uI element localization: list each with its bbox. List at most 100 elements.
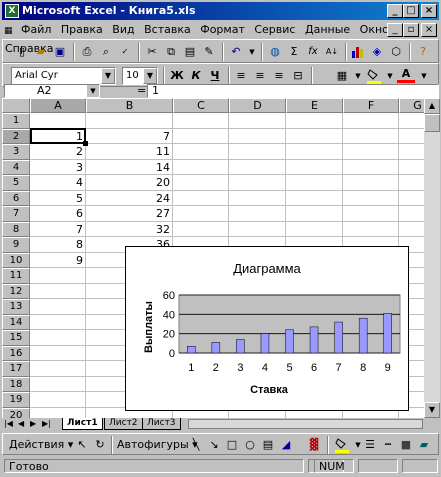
copy-icon[interactable]: ⧉: [162, 43, 180, 61]
autoshapes-menu[interactable]: Автофигуры ▾: [117, 437, 198, 453]
maximize-button[interactable]: □: [403, 4, 419, 18]
scroll-up-icon[interactable]: ▲: [424, 98, 440, 114]
size-select[interactable]: 10 ▼: [122, 67, 158, 85]
font-color-icon[interactable]: A: [397, 67, 415, 83]
row-header[interactable]: 18: [2, 376, 30, 392]
dash-style-icon[interactable]: ┅: [379, 436, 397, 454]
cell-a3[interactable]: 2: [30, 144, 86, 159]
row-header[interactable]: 2: [2, 128, 30, 144]
cell-b4[interactable]: 14: [86, 160, 173, 175]
chevron-down-icon[interactable]: ▼: [87, 85, 99, 97]
chevron-down-icon[interactable]: ▼: [143, 68, 157, 84]
align-left-icon[interactable]: ≡: [232, 67, 250, 85]
align-center-icon[interactable]: ≡: [251, 67, 269, 85]
row-header[interactable]: 4: [2, 159, 30, 175]
cell-a7[interactable]: 6: [30, 206, 86, 221]
row-header[interactable]: 17: [2, 361, 30, 377]
free-rotate-icon[interactable]: ↻: [91, 436, 109, 454]
row-header[interactable]: 19: [2, 392, 30, 408]
cell-a5[interactable]: 4: [30, 175, 86, 190]
row-header[interactable]: 13: [2, 299, 30, 315]
tab-sheet1[interactable]: Лист1: [62, 418, 103, 430]
scroll-down-icon[interactable]: ▼: [424, 402, 440, 418]
map-icon[interactable]: ◈: [368, 43, 386, 61]
line-style-icon[interactable]: ☰: [361, 436, 379, 454]
row-header[interactable]: 7: [2, 206, 30, 222]
wordart-icon[interactable]: ◢: [277, 436, 295, 454]
first-sheet-icon[interactable]: |◀: [4, 418, 13, 429]
tab-sheet2[interactable]: Лист2: [104, 418, 143, 430]
shadow-icon[interactable]: ■: [397, 436, 415, 454]
print-preview-icon[interactable]: ⌕: [97, 43, 115, 61]
save-icon[interactable]: ▣: [51, 43, 69, 61]
row-header[interactable]: 12: [2, 283, 30, 299]
clipart-icon[interactable]: ▓: [305, 436, 323, 454]
row-header[interactable]: 20: [2, 407, 30, 418]
row-header[interactable]: 6: [2, 190, 30, 206]
row-header[interactable]: 15: [2, 330, 30, 346]
italic-button[interactable]: К: [187, 67, 205, 85]
actions-menu[interactable]: Действия ▾: [9, 437, 73, 453]
cell-a9[interactable]: 8: [30, 237, 86, 252]
column-header[interactable]: B: [86, 98, 173, 113]
close-button[interactable]: ×: [421, 4, 437, 18]
bold-button[interactable]: Ж: [168, 67, 186, 85]
text-box-icon[interactable]: ▤: [259, 436, 277, 454]
doc-icon[interactable]: ▦: [2, 22, 15, 40]
cell-a4[interactable]: 3: [30, 160, 86, 175]
cell-b1[interactable]: [86, 113, 173, 128]
scroll-thumb[interactable]: [424, 114, 440, 132]
prev-sheet-icon[interactable]: ◀: [18, 418, 24, 429]
undo-dropdown-icon[interactable]: ▼: [243, 43, 261, 61]
new-icon[interactable]: ▯: [13, 43, 31, 61]
line-icon[interactable]: ╲: [187, 436, 205, 454]
tab-sheet3[interactable]: Лист3: [142, 418, 181, 430]
minimize-button[interactable]: _: [387, 4, 403, 18]
column-header[interactable]: C: [173, 98, 229, 113]
font-color-dropdown-icon[interactable]: ▼: [415, 67, 433, 85]
row-header[interactable]: 5: [2, 175, 30, 191]
cell-a1[interactable]: [30, 113, 86, 128]
cell-b3[interactable]: 11: [86, 144, 173, 159]
function-icon[interactable]: fx: [304, 43, 322, 61]
oval-icon[interactable]: ○: [241, 436, 259, 454]
office-assistant-icon[interactable]: ?: [414, 43, 432, 61]
column-header[interactable]: D: [229, 98, 286, 113]
column-header[interactable]: E: [286, 98, 343, 113]
open-icon[interactable]: ▰: [32, 43, 50, 61]
cell-b8[interactable]: 32: [86, 222, 173, 237]
cell-a10[interactable]: 9: [30, 253, 86, 268]
cell-b5[interactable]: 20: [86, 175, 173, 190]
chevron-down-icon[interactable]: ▼: [101, 68, 115, 84]
align-right-icon[interactable]: ≡: [270, 67, 288, 85]
autosum-icon[interactable]: Σ: [285, 43, 303, 61]
row-header[interactable]: 16: [2, 345, 30, 361]
cell-b2[interactable]: 7: [86, 129, 173, 144]
vertical-scrollbar[interactable]: ▲ ▼: [424, 98, 440, 418]
paste-icon[interactable]: ▤: [181, 43, 199, 61]
underline-button[interactable]: Ч: [206, 67, 224, 85]
formula-input[interactable]: 1: [147, 84, 439, 98]
row-header[interactable]: 8: [2, 221, 30, 237]
equals-button[interactable]: =: [137, 84, 146, 97]
arrow-icon[interactable]: ↘: [205, 436, 223, 454]
cell-a8[interactable]: 7: [30, 222, 86, 237]
rectangle-icon[interactable]: □: [223, 436, 241, 454]
row-header[interactable]: 10: [2, 252, 30, 268]
format-painter-icon[interactable]: ✎: [200, 43, 218, 61]
chart-wizard-icon[interactable]: [349, 43, 367, 61]
print-icon[interactable]: ⎙: [78, 43, 96, 61]
menu-insert[interactable]: Вставка: [141, 21, 194, 39]
3d-icon[interactable]: ▰: [415, 436, 433, 454]
name-box[interactable]: A2 ▼: [4, 84, 100, 98]
doc-close-button[interactable]: ×: [421, 23, 437, 37]
cell-a6[interactable]: 5: [30, 191, 86, 206]
font-select[interactable]: Arial Cyr ▼: [11, 67, 116, 85]
cell-b7[interactable]: 27: [86, 206, 173, 221]
sort-ascending-icon[interactable]: А↓: [323, 43, 341, 61]
column-header[interactable]: A: [30, 98, 86, 113]
menu-edit[interactable]: Правка: [58, 21, 106, 39]
drawing-icon[interactable]: ⬡: [387, 43, 405, 61]
cell-b6[interactable]: 24: [86, 191, 173, 206]
cut-icon[interactable]: ✂: [143, 43, 161, 61]
